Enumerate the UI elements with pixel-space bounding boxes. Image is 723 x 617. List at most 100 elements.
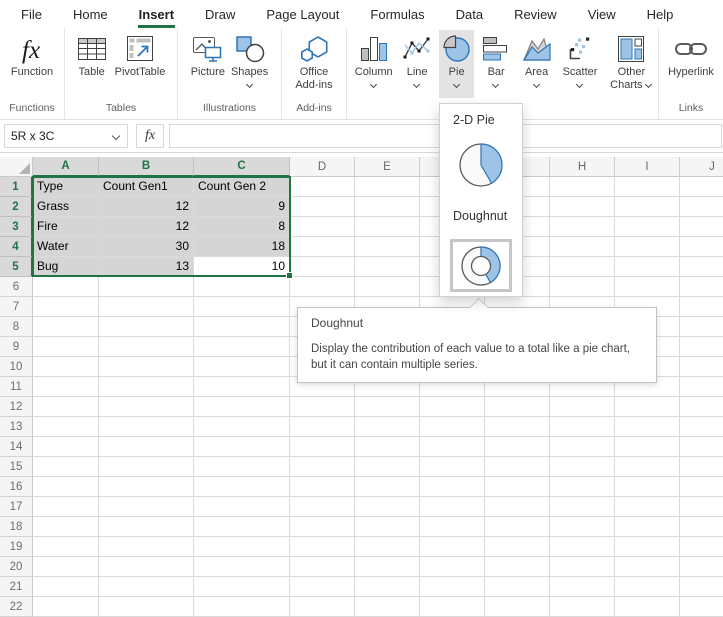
cell-E17[interactable]: [355, 497, 420, 517]
cell-D16[interactable]: [290, 477, 355, 497]
cell-I16[interactable]: [615, 477, 680, 497]
cell-E2[interactable]: [355, 197, 420, 217]
cell-A20[interactable]: [33, 557, 99, 577]
cell-D18[interactable]: [290, 517, 355, 537]
cell-C13[interactable]: [194, 417, 290, 437]
tab-insert[interactable]: Insert: [138, 3, 175, 28]
cell-B13[interactable]: [99, 417, 194, 437]
cell-B11[interactable]: [99, 377, 194, 397]
cell-I6[interactable]: [615, 277, 680, 297]
cell-J12[interactable]: [680, 397, 723, 417]
cell-A11[interactable]: [33, 377, 99, 397]
cell-A15[interactable]: [33, 457, 99, 477]
cell-D19[interactable]: [290, 537, 355, 557]
cell-A17[interactable]: [33, 497, 99, 517]
cell-C9[interactable]: [194, 337, 290, 357]
cell-C10[interactable]: [194, 357, 290, 377]
cell-A16[interactable]: [33, 477, 99, 497]
row-header-11[interactable]: 11: [0, 377, 33, 397]
cell-G18[interactable]: [485, 517, 550, 537]
column-header-E[interactable]: E: [355, 157, 420, 177]
cell-C1[interactable]: Count Gen 2: [194, 177, 290, 197]
other-charts-button[interactable]: Other Charts: [605, 30, 658, 92]
row-header-1[interactable]: 1: [0, 177, 33, 197]
cell-F14[interactable]: [420, 437, 485, 457]
cell-B14[interactable]: [99, 437, 194, 457]
cell-J16[interactable]: [680, 477, 723, 497]
cell-B15[interactable]: [99, 457, 194, 477]
cell-B1[interactable]: Count Gen1: [99, 177, 194, 197]
cell-F15[interactable]: [420, 457, 485, 477]
cell-A5[interactable]: Bug: [33, 257, 99, 277]
cell-F16[interactable]: [420, 477, 485, 497]
cell-G14[interactable]: [485, 437, 550, 457]
cell-F12[interactable]: [420, 397, 485, 417]
row-header-10[interactable]: 10: [0, 357, 33, 377]
cell-J11[interactable]: [680, 377, 723, 397]
function-button[interactable]: fx Function: [11, 30, 53, 79]
cell-C3[interactable]: 8: [194, 217, 290, 237]
row-header-12[interactable]: 12: [0, 397, 33, 417]
cell-J18[interactable]: [680, 517, 723, 537]
cell-A12[interactable]: [33, 397, 99, 417]
cell-C4[interactable]: 18: [194, 237, 290, 257]
row-header-8[interactable]: 8: [0, 317, 33, 337]
cell-D17[interactable]: [290, 497, 355, 517]
column-header-I[interactable]: I: [615, 157, 680, 177]
cell-F18[interactable]: [420, 517, 485, 537]
cell-E21[interactable]: [355, 577, 420, 597]
cell-B6[interactable]: [99, 277, 194, 297]
column-header-A[interactable]: A: [33, 157, 99, 177]
tab-review[interactable]: Review: [513, 3, 558, 28]
cell-E18[interactable]: [355, 517, 420, 537]
cell-C16[interactable]: [194, 477, 290, 497]
cell-G12[interactable]: [485, 397, 550, 417]
cell-D13[interactable]: [290, 417, 355, 437]
column-header-B[interactable]: B: [99, 157, 194, 177]
cell-I15[interactable]: [615, 457, 680, 477]
cell-A9[interactable]: [33, 337, 99, 357]
cell-F22[interactable]: [420, 597, 485, 617]
row-header-9[interactable]: 9: [0, 337, 33, 357]
cell-J22[interactable]: [680, 597, 723, 617]
column-header-H[interactable]: H: [550, 157, 615, 177]
cell-J9[interactable]: [680, 337, 723, 357]
cell-B12[interactable]: [99, 397, 194, 417]
cell-H13[interactable]: [550, 417, 615, 437]
cell-B21[interactable]: [99, 577, 194, 597]
cell-J19[interactable]: [680, 537, 723, 557]
row-header-13[interactable]: 13: [0, 417, 33, 437]
cell-D2[interactable]: [290, 197, 355, 217]
picture-button[interactable]: Picture: [191, 30, 225, 79]
row-header-22[interactable]: 22: [0, 597, 33, 617]
row-header-5[interactable]: 5: [0, 257, 33, 277]
cell-D14[interactable]: [290, 437, 355, 457]
cell-B5[interactable]: 13: [99, 257, 194, 277]
row-header-20[interactable]: 20: [0, 557, 33, 577]
cell-C12[interactable]: [194, 397, 290, 417]
cell-J4[interactable]: [680, 237, 723, 257]
cell-D6[interactable]: [290, 277, 355, 297]
cell-D3[interactable]: [290, 217, 355, 237]
cell-H20[interactable]: [550, 557, 615, 577]
cell-I4[interactable]: [615, 237, 680, 257]
cell-D5[interactable]: [290, 257, 355, 277]
doughnut-option[interactable]: [450, 239, 512, 292]
pie-chart-button[interactable]: Pie: [439, 30, 475, 88]
cell-H1[interactable]: [550, 177, 615, 197]
cell-I17[interactable]: [615, 497, 680, 517]
cell-I20[interactable]: [615, 557, 680, 577]
cell-C11[interactable]: [194, 377, 290, 397]
cell-A3[interactable]: Fire: [33, 217, 99, 237]
row-header-15[interactable]: 15: [0, 457, 33, 477]
row-header-6[interactable]: 6: [0, 277, 33, 297]
cell-J8[interactable]: [680, 317, 723, 337]
cell-I5[interactable]: [615, 257, 680, 277]
cell-I19[interactable]: [615, 537, 680, 557]
cell-J6[interactable]: [680, 277, 723, 297]
cell-F21[interactable]: [420, 577, 485, 597]
cell-E4[interactable]: [355, 237, 420, 257]
row-header-17[interactable]: 17: [0, 497, 33, 517]
cell-H6[interactable]: [550, 277, 615, 297]
column-chart-button[interactable]: Column: [352, 30, 395, 88]
